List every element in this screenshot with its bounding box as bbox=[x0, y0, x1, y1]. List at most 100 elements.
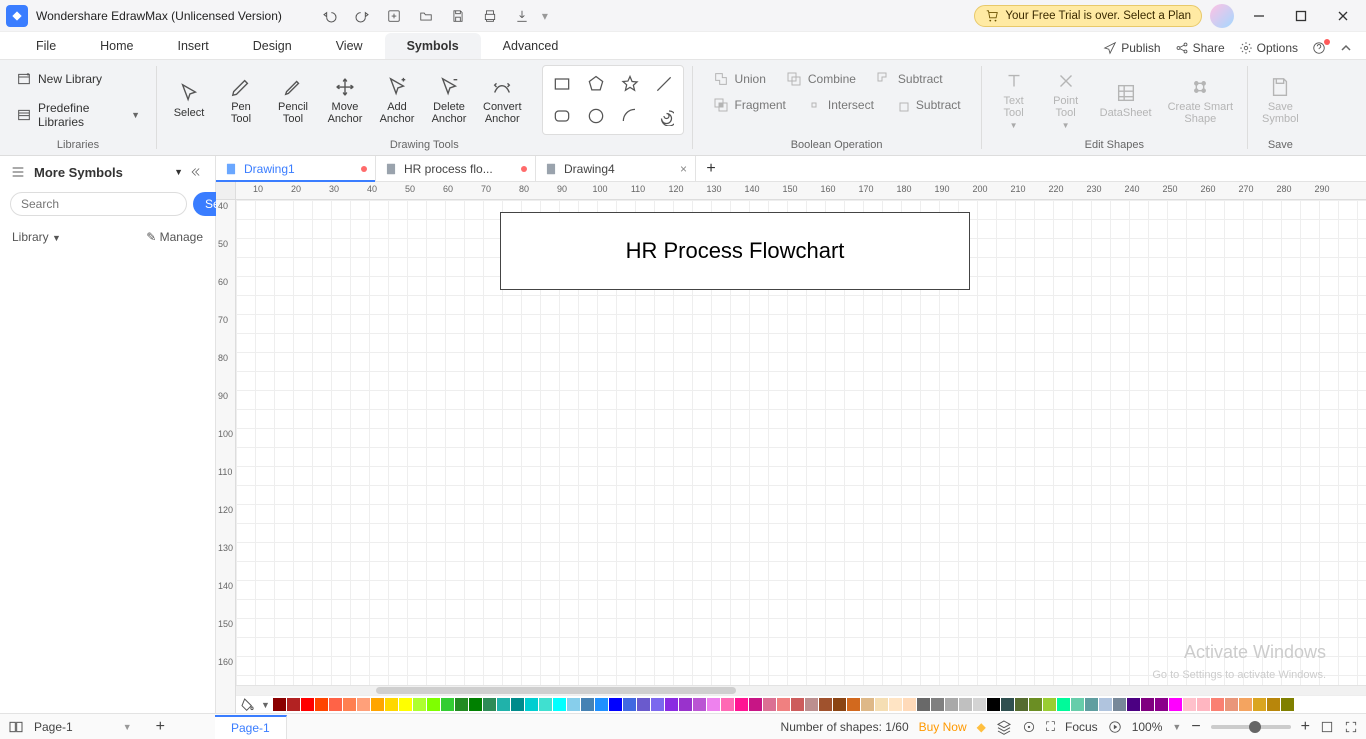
color-swatch[interactable] bbox=[665, 698, 678, 711]
doc-tab-drawing4[interactable]: Drawing4× bbox=[536, 156, 696, 181]
color-swatch[interactable] bbox=[805, 698, 818, 711]
color-swatch[interactable] bbox=[371, 698, 384, 711]
color-swatch[interactable] bbox=[427, 698, 440, 711]
help-button[interactable] bbox=[1312, 41, 1326, 55]
search-input[interactable] bbox=[10, 192, 187, 216]
color-swatch[interactable] bbox=[1029, 698, 1042, 711]
pen-tool[interactable]: Pen Tool bbox=[217, 71, 265, 129]
fullscreen-icon[interactable] bbox=[1344, 720, 1358, 734]
menu-file[interactable]: File bbox=[14, 33, 78, 59]
color-swatch[interactable] bbox=[651, 698, 664, 711]
color-swatch[interactable] bbox=[315, 698, 328, 711]
focus-button[interactable]: Focus bbox=[1065, 720, 1098, 734]
redo-button[interactable] bbox=[350, 4, 374, 28]
page-tab-1[interactable]: Page-1 bbox=[215, 715, 287, 739]
color-swatch[interactable] bbox=[511, 698, 524, 711]
pencil-tool[interactable]: Pencil Tool bbox=[269, 71, 317, 129]
window-maximize[interactable] bbox=[1284, 2, 1318, 30]
window-minimize[interactable] bbox=[1242, 2, 1276, 30]
shape-pentagon[interactable] bbox=[581, 70, 611, 98]
menu-home[interactable]: Home bbox=[78, 33, 155, 59]
smart-shape-button[interactable]: Create Smart Shape bbox=[1162, 71, 1239, 129]
color-swatch[interactable] bbox=[1001, 698, 1014, 711]
zoom-out[interactable]: − bbox=[1191, 718, 1200, 736]
color-swatch[interactable] bbox=[1267, 698, 1280, 711]
color-swatch[interactable] bbox=[1183, 698, 1196, 711]
save-symbol-button[interactable]: Save Symbol bbox=[1256, 71, 1305, 129]
color-swatch[interactable] bbox=[721, 698, 734, 711]
menu-advanced[interactable]: Advanced bbox=[481, 33, 581, 59]
color-swatch[interactable] bbox=[1085, 698, 1098, 711]
color-swatch[interactable] bbox=[1239, 698, 1252, 711]
shape-rounded-rect[interactable] bbox=[547, 102, 577, 130]
color-swatch[interactable] bbox=[735, 698, 748, 711]
color-swatch[interactable] bbox=[525, 698, 538, 711]
buy-now-link[interactable]: Buy Now bbox=[919, 720, 967, 734]
add-tab-button[interactable]: + bbox=[696, 156, 726, 181]
menu-design[interactable]: Design bbox=[231, 33, 314, 59]
window-close[interactable] bbox=[1326, 2, 1360, 30]
color-swatch[interactable] bbox=[301, 698, 314, 711]
print-button[interactable] bbox=[478, 4, 502, 28]
pages-icon[interactable] bbox=[8, 719, 24, 735]
target-icon[interactable] bbox=[1022, 720, 1036, 734]
point-tool-button[interactable]: Point Tool▼ bbox=[1042, 65, 1090, 134]
color-swatch[interactable] bbox=[413, 698, 426, 711]
color-swatch[interactable] bbox=[343, 698, 356, 711]
color-swatch[interactable] bbox=[777, 698, 790, 711]
color-swatch[interactable] bbox=[441, 698, 454, 711]
shape-line[interactable] bbox=[649, 70, 679, 98]
datasheet-button[interactable]: DataSheet bbox=[1094, 77, 1158, 123]
fragment-button[interactable]: Fragment bbox=[705, 94, 794, 116]
gem-icon[interactable]: ◆ bbox=[977, 720, 986, 734]
text-tool-button[interactable]: Text Tool▼ bbox=[990, 65, 1038, 134]
color-swatch[interactable] bbox=[875, 698, 888, 711]
shape-rectangle[interactable] bbox=[547, 70, 577, 98]
color-swatch[interactable] bbox=[273, 698, 286, 711]
color-swatch[interactable] bbox=[1253, 698, 1266, 711]
color-swatch[interactable] bbox=[861, 698, 874, 711]
color-swatch[interactable] bbox=[1211, 698, 1224, 711]
doc-tab-drawing1[interactable]: Drawing1 bbox=[216, 156, 376, 181]
color-swatch[interactable] bbox=[1057, 698, 1070, 711]
color-swatch[interactable] bbox=[1127, 698, 1140, 711]
doc-tab-hr-process[interactable]: HR process flo... bbox=[376, 156, 536, 181]
color-swatch[interactable] bbox=[1169, 698, 1182, 711]
options-button[interactable]: Options bbox=[1239, 41, 1298, 55]
shape-circle[interactable] bbox=[581, 102, 611, 130]
color-swatch[interactable] bbox=[707, 698, 720, 711]
canvas-title-box[interactable]: HR Process Flowchart bbox=[500, 212, 970, 290]
shape-arc[interactable] bbox=[615, 102, 645, 130]
new-library-button[interactable]: New Library bbox=[8, 68, 148, 90]
color-swatch[interactable] bbox=[945, 698, 958, 711]
color-swatch[interactable] bbox=[1281, 698, 1294, 711]
color-swatch[interactable] bbox=[917, 698, 930, 711]
color-swatch[interactable] bbox=[903, 698, 916, 711]
color-swatch[interactable] bbox=[931, 698, 944, 711]
color-swatch[interactable] bbox=[1099, 698, 1112, 711]
horizontal-scrollbar[interactable] bbox=[236, 685, 1366, 695]
add-anchor-tool[interactable]: Add Anchor bbox=[373, 71, 421, 129]
intersect-button[interactable]: Intersect bbox=[798, 94, 882, 116]
color-swatch[interactable] bbox=[1141, 698, 1154, 711]
zoom-slider[interactable] bbox=[1211, 725, 1291, 729]
trial-banner[interactable]: Your Free Trial is over. Select a Plan bbox=[974, 5, 1202, 27]
more-symbols-label[interactable]: More Symbols bbox=[34, 165, 166, 180]
save-button[interactable] bbox=[446, 4, 470, 28]
manage-button[interactable]: ✎ Manage bbox=[146, 230, 203, 244]
color-swatch[interactable] bbox=[455, 698, 468, 711]
delete-anchor-tool[interactable]: Delete Anchor bbox=[425, 71, 473, 129]
layers-icon[interactable] bbox=[996, 719, 1012, 735]
color-swatch[interactable] bbox=[1225, 698, 1238, 711]
color-swatch[interactable] bbox=[679, 698, 692, 711]
move-anchor-tool[interactable]: Move Anchor bbox=[321, 71, 369, 129]
menu-view[interactable]: View bbox=[314, 33, 385, 59]
share-button[interactable]: Share bbox=[1175, 41, 1225, 55]
publish-button[interactable]: Publish bbox=[1103, 41, 1160, 55]
color-swatch[interactable] bbox=[1197, 698, 1210, 711]
color-swatch[interactable] bbox=[763, 698, 776, 711]
color-swatch[interactable] bbox=[1113, 698, 1126, 711]
color-swatch[interactable] bbox=[973, 698, 986, 711]
select-tool[interactable]: Select bbox=[165, 77, 213, 123]
color-swatch[interactable] bbox=[1015, 698, 1028, 711]
